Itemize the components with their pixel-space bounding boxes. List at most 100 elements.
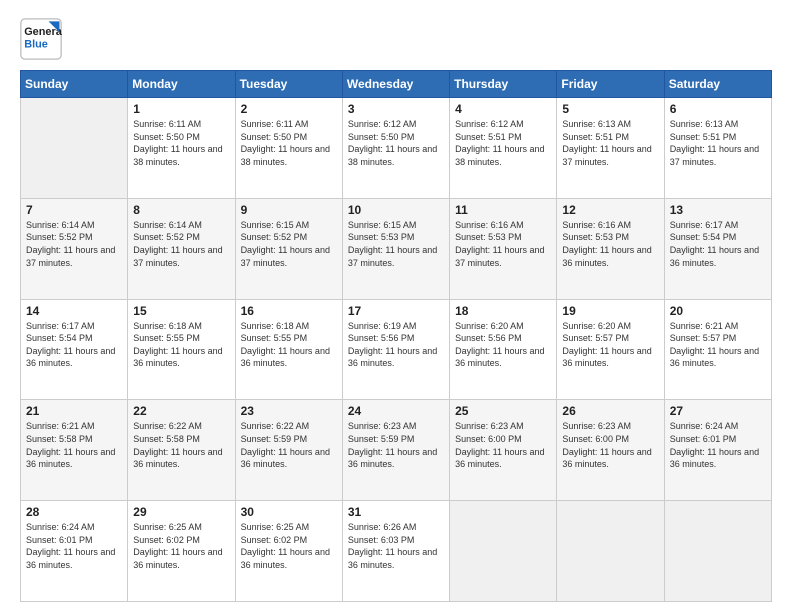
weekday-header: Monday	[128, 71, 235, 98]
day-number: 4	[455, 102, 551, 116]
day-info: Sunrise: 6:12 AMSunset: 5:51 PMDaylight:…	[455, 119, 544, 167]
day-number: 20	[670, 304, 766, 318]
calendar-day-cell: 14 Sunrise: 6:17 AMSunset: 5:54 PMDaylig…	[21, 299, 128, 400]
weekday-header: Friday	[557, 71, 664, 98]
day-number: 15	[133, 304, 229, 318]
weekday-header: Thursday	[450, 71, 557, 98]
day-number: 5	[562, 102, 658, 116]
day-info: Sunrise: 6:22 AMSunset: 5:58 PMDaylight:…	[133, 421, 222, 469]
day-info: Sunrise: 6:19 AMSunset: 5:56 PMDaylight:…	[348, 321, 437, 369]
calendar-day-cell: 22 Sunrise: 6:22 AMSunset: 5:58 PMDaylig…	[128, 400, 235, 501]
day-info: Sunrise: 6:17 AMSunset: 5:54 PMDaylight:…	[26, 321, 115, 369]
day-info: Sunrise: 6:11 AMSunset: 5:50 PMDaylight:…	[241, 119, 330, 167]
calendar-week-row: 14 Sunrise: 6:17 AMSunset: 5:54 PMDaylig…	[21, 299, 772, 400]
day-number: 16	[241, 304, 337, 318]
day-info: Sunrise: 6:20 AMSunset: 5:57 PMDaylight:…	[562, 321, 651, 369]
calendar-day-cell: 25 Sunrise: 6:23 AMSunset: 6:00 PMDaylig…	[450, 400, 557, 501]
day-number: 25	[455, 404, 551, 418]
day-info: Sunrise: 6:21 AMSunset: 5:58 PMDaylight:…	[26, 421, 115, 469]
calendar-day-cell: 26 Sunrise: 6:23 AMSunset: 6:00 PMDaylig…	[557, 400, 664, 501]
calendar-day-cell: 20 Sunrise: 6:21 AMSunset: 5:57 PMDaylig…	[664, 299, 771, 400]
day-info: Sunrise: 6:13 AMSunset: 5:51 PMDaylight:…	[562, 119, 651, 167]
weekday-header: Tuesday	[235, 71, 342, 98]
day-info: Sunrise: 6:25 AMSunset: 6:02 PMDaylight:…	[241, 522, 330, 570]
calendar-day-cell: 27 Sunrise: 6:24 AMSunset: 6:01 PMDaylig…	[664, 400, 771, 501]
svg-text:Blue: Blue	[24, 38, 48, 50]
calendar-week-row: 28 Sunrise: 6:24 AMSunset: 6:01 PMDaylig…	[21, 501, 772, 602]
day-number: 26	[562, 404, 658, 418]
day-number: 6	[670, 102, 766, 116]
weekday-header: Sunday	[21, 71, 128, 98]
day-info: Sunrise: 6:25 AMSunset: 6:02 PMDaylight:…	[133, 522, 222, 570]
header: General Blue	[20, 18, 772, 60]
day-number: 2	[241, 102, 337, 116]
calendar-table: SundayMondayTuesdayWednesdayThursdayFrid…	[20, 70, 772, 602]
calendar-day-cell: 18 Sunrise: 6:20 AMSunset: 5:56 PMDaylig…	[450, 299, 557, 400]
day-info: Sunrise: 6:22 AMSunset: 5:59 PMDaylight:…	[241, 421, 330, 469]
calendar-day-cell: 23 Sunrise: 6:22 AMSunset: 5:59 PMDaylig…	[235, 400, 342, 501]
day-number: 31	[348, 505, 444, 519]
calendar-day-cell: 5 Sunrise: 6:13 AMSunset: 5:51 PMDayligh…	[557, 98, 664, 199]
day-info: Sunrise: 6:23 AMSunset: 6:00 PMDaylight:…	[455, 421, 544, 469]
day-info: Sunrise: 6:14 AMSunset: 5:52 PMDaylight:…	[26, 220, 115, 268]
day-number: 27	[670, 404, 766, 418]
day-number: 12	[562, 203, 658, 217]
calendar-day-cell: 19 Sunrise: 6:20 AMSunset: 5:57 PMDaylig…	[557, 299, 664, 400]
calendar-day-cell: 16 Sunrise: 6:18 AMSunset: 5:55 PMDaylig…	[235, 299, 342, 400]
calendar-day-cell: 12 Sunrise: 6:16 AMSunset: 5:53 PMDaylig…	[557, 198, 664, 299]
day-number: 21	[26, 404, 122, 418]
calendar-day-cell: 31 Sunrise: 6:26 AMSunset: 6:03 PMDaylig…	[342, 501, 449, 602]
day-info: Sunrise: 6:24 AMSunset: 6:01 PMDaylight:…	[670, 421, 759, 469]
calendar-day-cell: 21 Sunrise: 6:21 AMSunset: 5:58 PMDaylig…	[21, 400, 128, 501]
calendar-day-cell: 2 Sunrise: 6:11 AMSunset: 5:50 PMDayligh…	[235, 98, 342, 199]
day-number: 10	[348, 203, 444, 217]
calendar-day-cell: 7 Sunrise: 6:14 AMSunset: 5:52 PMDayligh…	[21, 198, 128, 299]
day-info: Sunrise: 6:11 AMSunset: 5:50 PMDaylight:…	[133, 119, 222, 167]
calendar-day-cell: 24 Sunrise: 6:23 AMSunset: 5:59 PMDaylig…	[342, 400, 449, 501]
calendar-day-cell: 1 Sunrise: 6:11 AMSunset: 5:50 PMDayligh…	[128, 98, 235, 199]
day-info: Sunrise: 6:15 AMSunset: 5:53 PMDaylight:…	[348, 220, 437, 268]
calendar-week-row: 1 Sunrise: 6:11 AMSunset: 5:50 PMDayligh…	[21, 98, 772, 199]
day-info: Sunrise: 6:17 AMSunset: 5:54 PMDaylight:…	[670, 220, 759, 268]
calendar-day-cell: 9 Sunrise: 6:15 AMSunset: 5:52 PMDayligh…	[235, 198, 342, 299]
day-number: 11	[455, 203, 551, 217]
day-info: Sunrise: 6:20 AMSunset: 5:56 PMDaylight:…	[455, 321, 544, 369]
day-number: 13	[670, 203, 766, 217]
calendar-day-cell: 17 Sunrise: 6:19 AMSunset: 5:56 PMDaylig…	[342, 299, 449, 400]
day-info: Sunrise: 6:23 AMSunset: 6:00 PMDaylight:…	[562, 421, 651, 469]
day-info: Sunrise: 6:13 AMSunset: 5:51 PMDaylight:…	[670, 119, 759, 167]
day-number: 28	[26, 505, 122, 519]
day-number: 30	[241, 505, 337, 519]
day-number: 24	[348, 404, 444, 418]
day-number: 22	[133, 404, 229, 418]
calendar-day-cell: 30 Sunrise: 6:25 AMSunset: 6:02 PMDaylig…	[235, 501, 342, 602]
day-number: 19	[562, 304, 658, 318]
calendar-day-cell: 4 Sunrise: 6:12 AMSunset: 5:51 PMDayligh…	[450, 98, 557, 199]
calendar-day-cell: 6 Sunrise: 6:13 AMSunset: 5:51 PMDayligh…	[664, 98, 771, 199]
day-number: 9	[241, 203, 337, 217]
calendar-week-row: 21 Sunrise: 6:21 AMSunset: 5:58 PMDaylig…	[21, 400, 772, 501]
day-number: 8	[133, 203, 229, 217]
calendar-day-cell	[21, 98, 128, 199]
calendar-day-cell: 28 Sunrise: 6:24 AMSunset: 6:01 PMDaylig…	[21, 501, 128, 602]
logo: General Blue	[20, 18, 66, 60]
day-number: 17	[348, 304, 444, 318]
calendar-day-cell: 8 Sunrise: 6:14 AMSunset: 5:52 PMDayligh…	[128, 198, 235, 299]
day-number: 23	[241, 404, 337, 418]
weekday-header: Wednesday	[342, 71, 449, 98]
day-number: 1	[133, 102, 229, 116]
day-number: 3	[348, 102, 444, 116]
day-number: 18	[455, 304, 551, 318]
calendar-week-row: 7 Sunrise: 6:14 AMSunset: 5:52 PMDayligh…	[21, 198, 772, 299]
day-info: Sunrise: 6:21 AMSunset: 5:57 PMDaylight:…	[670, 321, 759, 369]
calendar-day-cell: 10 Sunrise: 6:15 AMSunset: 5:53 PMDaylig…	[342, 198, 449, 299]
day-info: Sunrise: 6:18 AMSunset: 5:55 PMDaylight:…	[241, 321, 330, 369]
weekday-header: Saturday	[664, 71, 771, 98]
day-info: Sunrise: 6:16 AMSunset: 5:53 PMDaylight:…	[562, 220, 651, 268]
day-info: Sunrise: 6:24 AMSunset: 6:01 PMDaylight:…	[26, 522, 115, 570]
calendar-day-cell	[664, 501, 771, 602]
day-number: 14	[26, 304, 122, 318]
day-info: Sunrise: 6:23 AMSunset: 5:59 PMDaylight:…	[348, 421, 437, 469]
calendar-day-cell: 3 Sunrise: 6:12 AMSunset: 5:50 PMDayligh…	[342, 98, 449, 199]
day-info: Sunrise: 6:18 AMSunset: 5:55 PMDaylight:…	[133, 321, 222, 369]
